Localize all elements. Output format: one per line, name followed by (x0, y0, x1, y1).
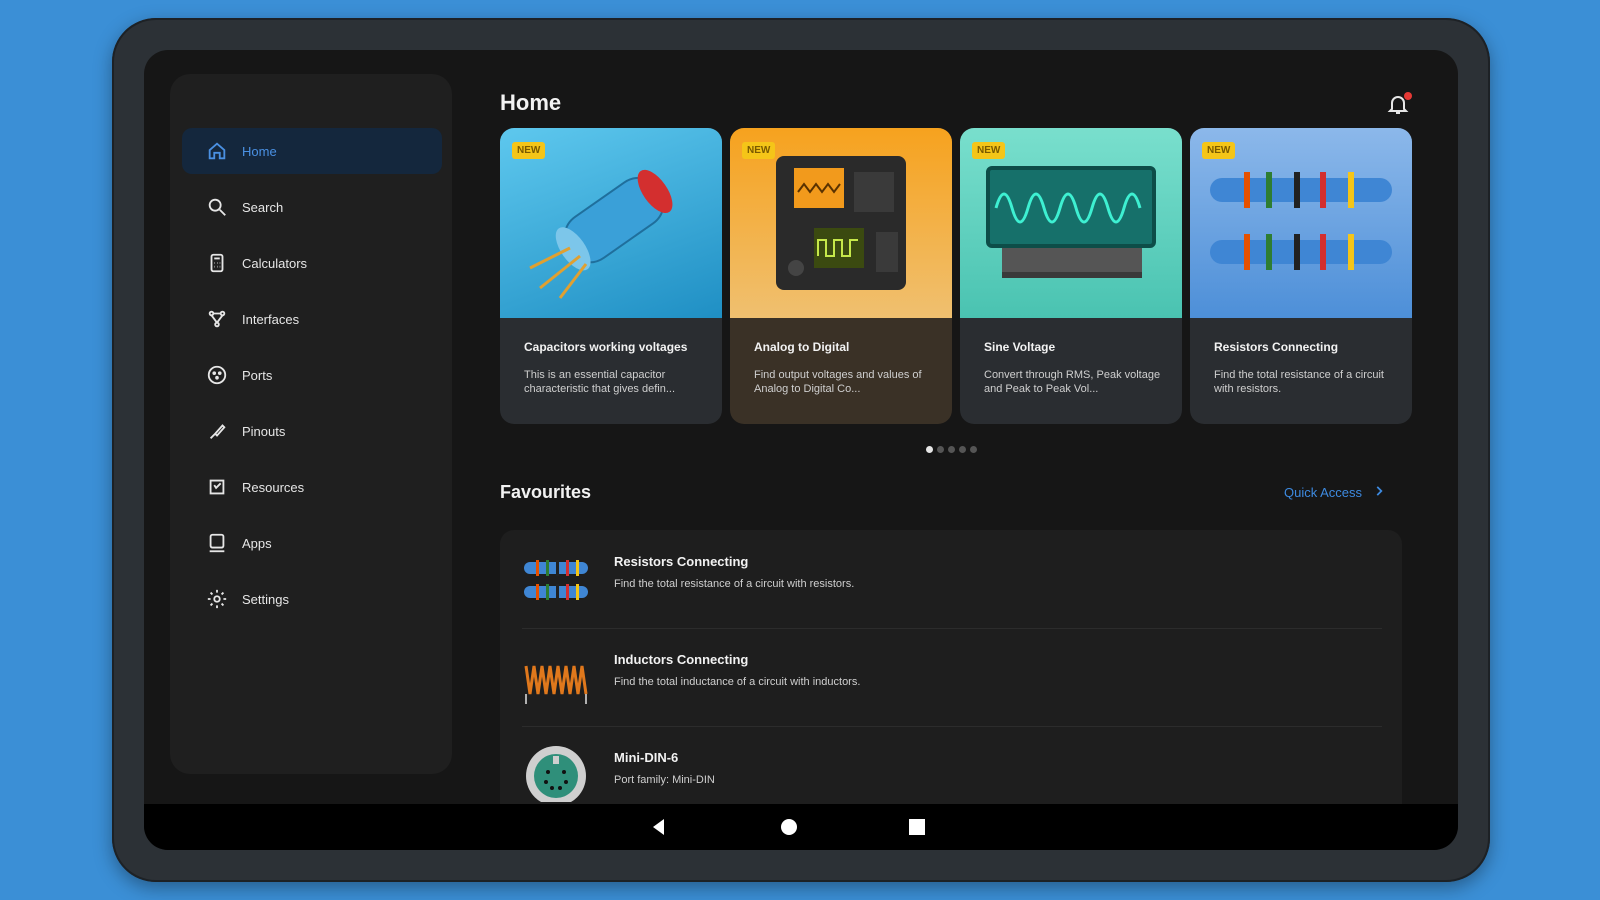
card-title: Analog to Digital (754, 340, 850, 354)
sidebar-item-settings[interactable]: Settings (182, 576, 442, 622)
card-description: This is an essential capacitor character… (524, 369, 676, 395)
mini-din-icon (522, 742, 590, 806)
tablet-frame: Home Search Calculators Interfaces Ports… (112, 18, 1490, 882)
card-title: Sine Voltage (984, 340, 1056, 354)
new-badge: NEW (742, 142, 776, 159)
pinout-icon (206, 420, 228, 442)
home-icon (206, 140, 228, 162)
page-title: Home (500, 90, 562, 115)
sidebar-item-pinouts[interactable]: Pinouts (182, 408, 442, 454)
sidebar-item-ports[interactable]: Ports (182, 352, 442, 398)
new-badge: NEW (1202, 142, 1236, 159)
carousel-dot[interactable] (937, 446, 944, 453)
list-item-title: Inductors Connecting (614, 652, 749, 667)
favourites-list: Resistors Connecting Find the total resi… (500, 530, 1402, 830)
app-screen: Home Search Calculators Interfaces Ports… (144, 50, 1458, 850)
card-description: Convert through RMS, Peak voltage and Pe… (984, 369, 1161, 395)
list-item-title: Mini-DIN-6 (614, 750, 679, 765)
notification-bell-icon[interactable] (1386, 92, 1412, 118)
sidebar-item-label: Apps (242, 535, 272, 551)
sidebar: Home Search Calculators Interfaces Ports… (170, 74, 452, 774)
sidebar-item-apps[interactable]: Apps (182, 520, 442, 566)
list-item-description: Find the total resistance of a circuit w… (614, 578, 855, 590)
sidebar-item-label: Settings (242, 591, 289, 607)
list-item-description: Port family: Mini-DIN (614, 774, 715, 786)
sidebar-item-label: Ports (242, 367, 273, 383)
carousel-dot[interactable] (926, 446, 933, 453)
home-button-icon[interactable] (778, 816, 800, 838)
sidebar-item-resources[interactable]: Resources (182, 464, 442, 510)
sidebar-item-label: Search (242, 199, 284, 215)
sidebar-item-label: Interfaces (242, 311, 300, 327)
featured-card-resistors[interactable]: NEW Resistors Connecting Find the total … (1190, 128, 1412, 424)
gear-icon (206, 588, 228, 610)
card-description: Find the total resistance of a circuit w… (1214, 369, 1384, 395)
new-badge: NEW (972, 142, 1006, 159)
sidebar-item-label: Resources (242, 479, 305, 495)
interfaces-icon (206, 308, 228, 330)
sidebar-item-label: Home (242, 143, 277, 159)
card-description: Find output voltages and values of Analo… (754, 369, 922, 395)
featured-card-capacitors[interactable]: NEW Capacitors working voltages This is … (500, 128, 722, 424)
new-badge: NEW (512, 142, 546, 159)
card-title: Resistors Connecting (1214, 340, 1339, 354)
port-icon (206, 364, 228, 386)
carousel-dot[interactable] (970, 446, 977, 453)
sidebar-item-interfaces[interactable]: Interfaces (182, 296, 442, 342)
carousel-indicator[interactable] (926, 446, 977, 453)
sidebar-item-label: Calculators (242, 255, 308, 271)
card-title: Capacitors working voltages (524, 340, 688, 354)
list-item-title: Resistors Connecting (614, 554, 749, 569)
list-item[interactable]: Inductors Connecting Find the total indu… (500, 628, 1402, 726)
recents-icon[interactable] (906, 816, 928, 838)
quick-access-label: Quick Access (1284, 485, 1363, 500)
back-icon[interactable] (648, 816, 670, 838)
quick-access-link[interactable]: Quick Access (1284, 484, 1386, 501)
search-icon (206, 196, 228, 218)
inductor-icon (522, 646, 590, 706)
sidebar-item-home[interactable]: Home (182, 128, 442, 174)
carousel-dot[interactable] (948, 446, 955, 453)
carousel-dot[interactable] (959, 446, 966, 453)
featured-card-sine-voltage[interactable]: NEW Sine Voltage Convert through RMS, Pe… (960, 128, 1182, 424)
sidebar-item-search[interactable]: Search (182, 184, 442, 230)
apps-icon (206, 532, 228, 554)
list-item-description: Find the total inductance of a circuit w… (614, 676, 861, 688)
resources-icon (206, 476, 228, 498)
featured-card-analog-to-digital[interactable]: NEW Analog to Digital Find output voltag… (730, 128, 952, 424)
chevron-right-icon (1372, 484, 1386, 501)
system-navigation-bar (144, 804, 1458, 850)
sidebar-item-label: Pinouts (242, 423, 286, 439)
calculator-icon (206, 252, 228, 274)
sidebar-item-calculators[interactable]: Calculators (182, 240, 442, 286)
favourites-heading: Favourites (500, 482, 592, 502)
resistor-icon (522, 550, 590, 610)
list-item[interactable]: Resistors Connecting Find the total resi… (500, 530, 1402, 628)
notification-dot (1404, 92, 1412, 100)
